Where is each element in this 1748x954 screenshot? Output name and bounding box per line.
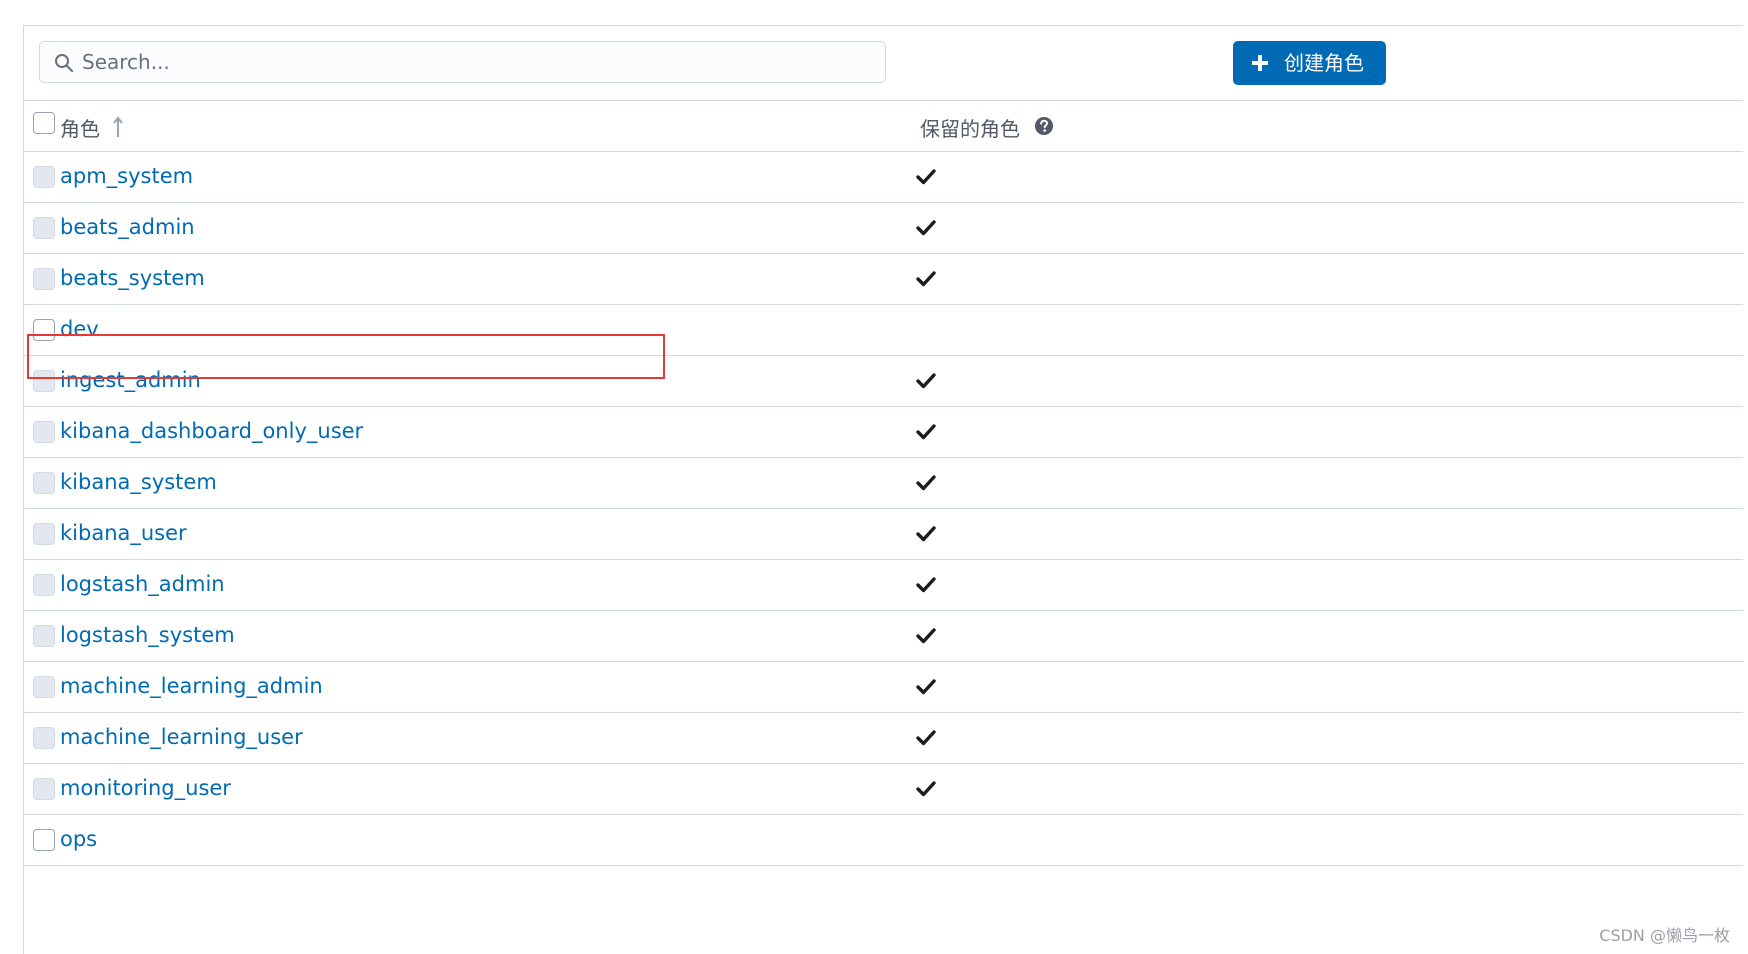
table-row: kibana_system bbox=[24, 458, 1743, 509]
toolbar: 创建角色 bbox=[24, 26, 1743, 101]
role-name-link[interactable]: apm_system bbox=[60, 164, 193, 188]
create-role-label: 创建角色 bbox=[1284, 51, 1364, 75]
check-icon bbox=[916, 271, 936, 287]
row-checkbox bbox=[33, 421, 55, 443]
check-icon bbox=[916, 679, 936, 695]
row-checkbox bbox=[33, 217, 55, 239]
role-name-link[interactable]: beats_system bbox=[60, 266, 205, 290]
check-icon bbox=[916, 220, 936, 236]
column-header-reserved: 保留的角色 bbox=[920, 117, 1020, 141]
table-row: kibana_dashboard_only_user bbox=[24, 407, 1743, 458]
role-name-link[interactable]: beats_admin bbox=[60, 215, 195, 239]
table-row: monitoring_user bbox=[24, 764, 1743, 815]
table-row: beats_system bbox=[24, 254, 1743, 305]
role-name-link[interactable]: machine_learning_admin bbox=[60, 674, 323, 698]
table-row: ops bbox=[24, 815, 1743, 866]
sort-ascending-icon[interactable] bbox=[113, 116, 123, 138]
role-name-link[interactable]: ops bbox=[60, 827, 97, 851]
role-name-link[interactable]: ingest_admin bbox=[60, 368, 201, 392]
check-icon bbox=[916, 577, 936, 593]
column-header-role[interactable]: 角色 bbox=[60, 113, 100, 142]
row-checkbox bbox=[33, 778, 55, 800]
row-checkbox bbox=[33, 166, 55, 188]
table-row: kibana_user bbox=[24, 509, 1743, 560]
row-checkbox bbox=[33, 574, 55, 596]
row-checkbox bbox=[33, 727, 55, 749]
role-name-link[interactable]: dev bbox=[60, 317, 99, 341]
row-checkbox[interactable] bbox=[33, 319, 55, 341]
table-row: logstash_system bbox=[24, 611, 1743, 662]
role-name-link[interactable]: kibana_dashboard_only_user bbox=[60, 419, 363, 443]
check-icon bbox=[916, 628, 936, 644]
check-icon bbox=[916, 373, 936, 389]
search-icon bbox=[55, 54, 74, 73]
row-checkbox bbox=[33, 523, 55, 545]
check-icon bbox=[916, 781, 936, 797]
row-checkbox[interactable] bbox=[33, 829, 55, 851]
watermark: CSDN @懒鸟一枚 bbox=[1599, 926, 1730, 945]
table-header: 角色 保留的角色 bbox=[24, 101, 1743, 152]
row-checkbox bbox=[33, 268, 55, 290]
row-checkbox bbox=[33, 625, 55, 647]
table-row: logstash_admin bbox=[24, 560, 1743, 611]
help-icon[interactable] bbox=[1034, 116, 1054, 136]
table-row: beats_admin bbox=[24, 203, 1743, 254]
table-row: machine_learning_user bbox=[24, 713, 1743, 764]
role-name-link[interactable]: logstash_system bbox=[60, 623, 235, 647]
check-icon bbox=[916, 730, 936, 746]
row-checkbox bbox=[33, 370, 55, 392]
roles-panel: 创建角色 角色 保留的角色 apm_system beats_adminbeats… bbox=[23, 25, 1743, 954]
row-checkbox bbox=[33, 676, 55, 698]
select-all-checkbox[interactable] bbox=[33, 112, 55, 134]
check-icon bbox=[916, 169, 936, 185]
search-input[interactable] bbox=[82, 42, 872, 82]
role-name-link[interactable]: kibana_system bbox=[60, 470, 217, 494]
check-icon bbox=[916, 424, 936, 440]
table-row: ingest_admin bbox=[24, 356, 1743, 407]
role-name-link[interactable]: logstash_admin bbox=[60, 572, 225, 596]
role-name-link[interactable]: monitoring_user bbox=[60, 776, 231, 800]
table-row: apm_system bbox=[24, 152, 1743, 203]
table-row: machine_learning_admin bbox=[24, 662, 1743, 713]
row-checkbox bbox=[33, 472, 55, 494]
role-name-link[interactable]: machine_learning_user bbox=[60, 725, 303, 749]
check-icon bbox=[916, 475, 936, 491]
role-name-link[interactable]: kibana_user bbox=[60, 521, 187, 545]
search-box[interactable] bbox=[39, 41, 886, 83]
plus-icon bbox=[1252, 55, 1268, 71]
table-row: dev bbox=[24, 305, 1743, 356]
check-icon bbox=[916, 526, 936, 542]
create-role-button[interactable]: 创建角色 bbox=[1233, 41, 1386, 85]
